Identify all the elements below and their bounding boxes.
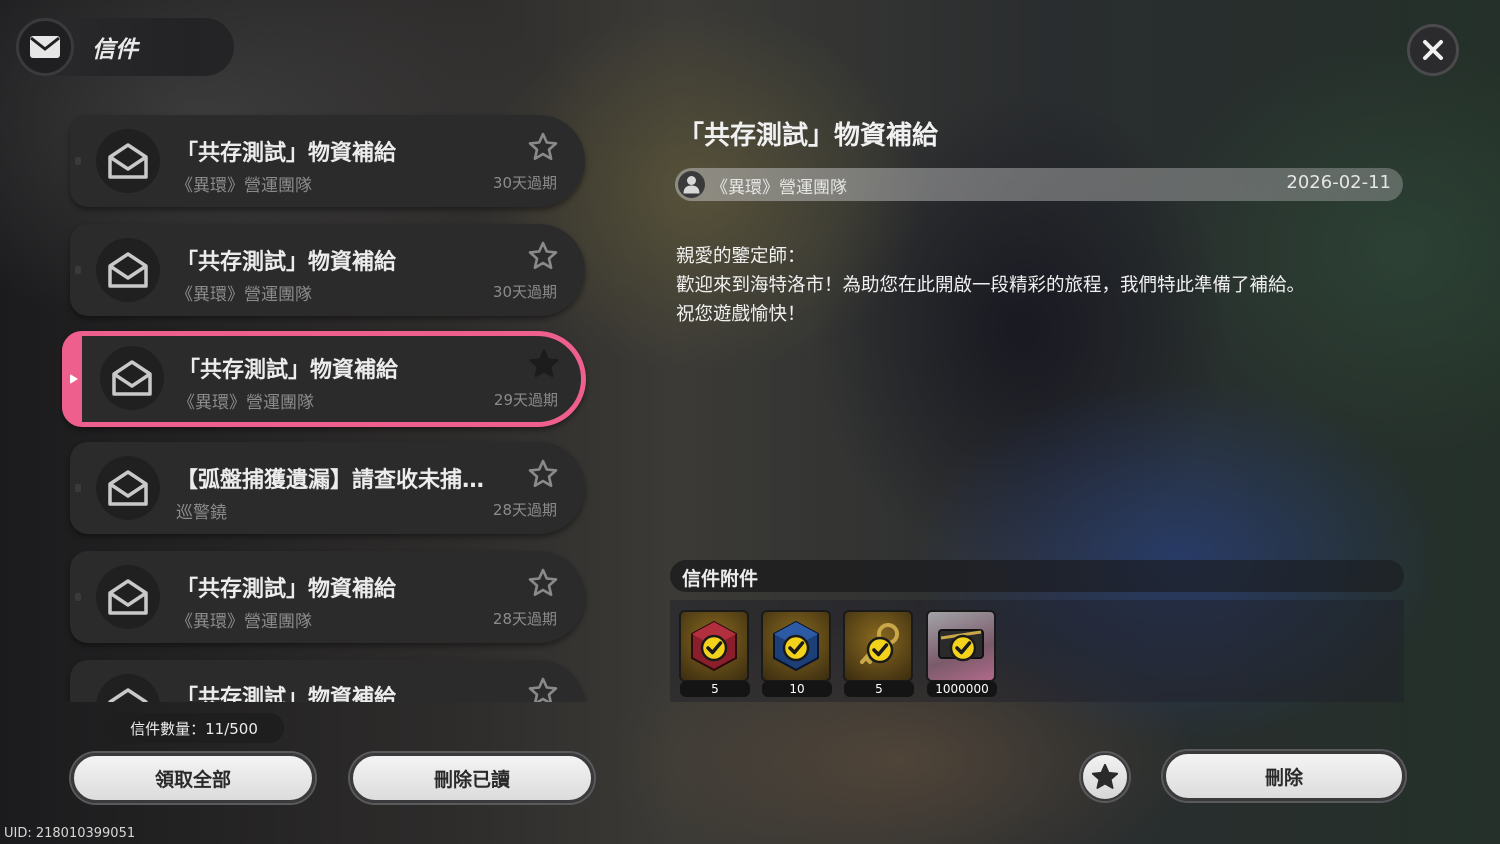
open-envelope-icon — [96, 565, 160, 629]
mail-sender: 《異環》營運團隊 — [178, 393, 314, 413]
mail-expiry: 28天過期 — [492, 501, 557, 519]
favorite-button[interactable] — [1081, 753, 1129, 801]
mail-body-line: 歡迎來到海特洛市！為助您在此開啟一段精彩的旅程，我們特此準備了補給。 — [676, 275, 1306, 296]
favorite-star-icon[interactable] — [528, 348, 560, 380]
envelope-icon — [16, 18, 74, 76]
detail-sender: 《異環》營運團隊 — [711, 178, 847, 198]
red-dice-icon — [679, 610, 749, 682]
claim-all-button[interactable]: 領取全部 — [71, 753, 315, 803]
mail-title: 「共存測試」物資補給 — [176, 141, 397, 166]
mail-expiry: 30天過期 — [492, 283, 557, 301]
mail-title: 「共存測試」物資補給 — [176, 250, 397, 275]
mail-panel-header: 信件 — [16, 18, 234, 76]
delete-button[interactable]: 刪除 — [1163, 751, 1405, 801]
mail-expiry: 28天過期 — [492, 610, 557, 628]
user-avatar-icon — [678, 171, 705, 198]
page-title: 信件 — [92, 37, 138, 63]
attachment-item[interactable]: 5 — [679, 610, 751, 697]
attachment-quantity: 5 — [680, 681, 750, 697]
detail-date: 2026-02-11 — [1286, 172, 1391, 193]
blue-dice-icon — [761, 610, 831, 682]
attachments-label: 信件附件 — [682, 568, 759, 590]
attachments-header: 信件附件 — [670, 560, 1404, 592]
favorite-star-icon[interactable] — [527, 567, 559, 599]
open-envelope-icon — [96, 238, 160, 302]
delete-read-button[interactable]: 刪除已讀 — [350, 753, 594, 803]
key-icon — [843, 610, 913, 682]
mail-sender: 《異環》營運團隊 — [176, 612, 312, 632]
attachment-quantity: 1000000 — [927, 681, 997, 697]
close-button[interactable] — [1407, 24, 1459, 76]
sender-bar: 《異環》營運團隊 2026-02-11 — [675, 168, 1403, 201]
attachment-item[interactable]: 10 — [761, 610, 833, 697]
mail-body: 親愛的鑒定師： 歡迎來到海特洛市！為助您在此開啟一段精彩的旅程，我們特此準備了補… — [676, 242, 1416, 329]
attachment-quantity: 5 — [844, 681, 914, 697]
mail-expiry: 30天過期 — [492, 174, 557, 192]
mail-list-item[interactable]: 【弧盤捕獲遺漏】請查收未捕… 巡警鐃 28天過期 — [70, 442, 585, 534]
currency-card-icon — [926, 610, 996, 682]
mail-list-item[interactable]: 「共存測試」物資補給 《異環》營運團隊 30天過期 — [70, 224, 585, 316]
uid-label: UID: 218010399051 — [4, 826, 136, 841]
mail-list[interactable]: 「共存測試」物資補給 《異環》營運團隊 30天過期 「共存測試」物資補給 《異環… — [60, 110, 600, 702]
open-envelope-icon — [96, 674, 160, 702]
mail-list-item[interactable]: 「共存測試」物資補給 《異環》營運團隊 30天過期 — [70, 115, 585, 207]
favorite-star-icon[interactable] — [527, 240, 559, 272]
mail-title: 「共存測試」物資補給 — [176, 577, 397, 602]
mail-title: 「共存測試」物資補給 — [176, 686, 397, 702]
mail-title: 「共存測試」物資補給 — [178, 358, 399, 383]
open-envelope-icon — [96, 129, 160, 193]
mail-list-item[interactable]: 「共存測試」物資補給 《異環》營運團隊 28天過期 — [70, 551, 585, 643]
attachment-item[interactable]: 1000000 — [926, 610, 998, 697]
mail-sender: 《異環》營運團隊 — [176, 285, 312, 305]
favorite-star-icon[interactable] — [527, 131, 559, 163]
favorite-star-icon[interactable] — [527, 676, 559, 702]
mail-body-line: 祝您遊戲愉快！ — [676, 304, 806, 325]
mail-title: 【弧盤捕獲遺漏】請查收未捕… — [176, 468, 485, 493]
mail-list-item[interactable]: 「共存測試」物資補給 — [70, 660, 585, 702]
mail-list-item-selected[interactable]: 「共存測試」物資補給 《異環》營運團隊 29天過期 — [62, 331, 586, 427]
mail-expiry: 29天過期 — [493, 391, 558, 409]
attachment-item[interactable]: 5 — [843, 610, 915, 697]
attachments-area: 5 10 5 1000000 — [670, 600, 1404, 702]
mail-body-line: 親愛的鑒定師： — [676, 246, 806, 267]
open-envelope-icon — [100, 346, 164, 410]
attachment-quantity: 10 — [762, 681, 832, 697]
favorite-star-icon[interactable] — [527, 458, 559, 490]
open-envelope-icon — [96, 456, 160, 520]
mail-detail-title: 「共存測試」物資補給 — [678, 121, 939, 151]
star-icon — [1091, 763, 1119, 789]
mail-sender: 巡警鐃 — [176, 503, 227, 523]
close-icon — [1423, 40, 1443, 60]
mail-sender: 《異環》營運團隊 — [176, 176, 312, 196]
mail-count-badge: 信件數量：11/500 — [104, 713, 284, 743]
